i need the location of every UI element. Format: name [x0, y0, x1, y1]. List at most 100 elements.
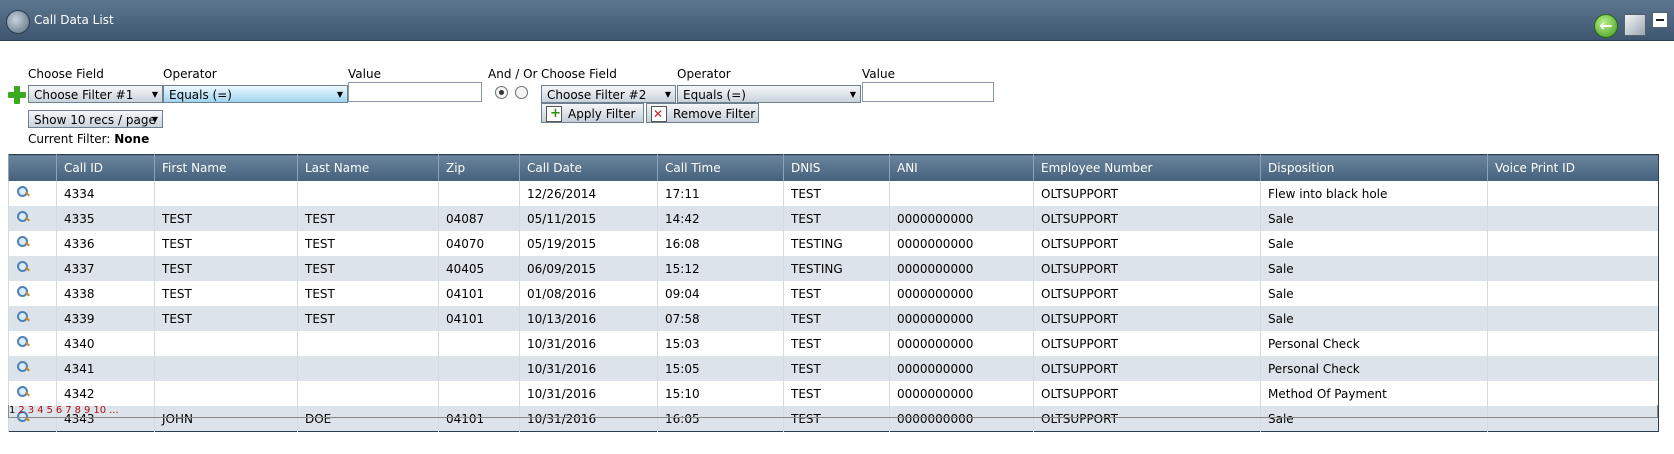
filter1-select[interactable]: Choose Filter #1 ▼: [28, 85, 163, 103]
table-row[interactable]: 4337 TEST TEST 40405 06/09/2015 15:12 TESTING 0…: [8, 256, 1659, 281]
magnifier-icon[interactable]: [16, 185, 30, 199]
table-row[interactable]: 4339 TEST TEST 04101 10/13/2016 07:58 TEST 0000…: [8, 306, 1659, 331]
chevron-down-icon: ▼: [664, 90, 671, 99]
view-cell[interactable]: [8, 256, 57, 281]
operator2-select[interactable]: Equals (=) ▼: [677, 85, 861, 103]
value-label-1: Value: [348, 67, 381, 81]
table-cell: OLTSUPPORT: [1033, 356, 1261, 381]
apply-filter-icon: [546, 104, 562, 124]
remove-filter-icon: [651, 104, 667, 124]
table-cell: [1487, 306, 1659, 331]
view-cell[interactable]: [8, 181, 57, 206]
table-cell: 04087: [438, 206, 520, 231]
column-header[interactable]: Call Date: [519, 154, 658, 181]
table-cell: [1487, 256, 1659, 281]
value1-input[interactable]: [348, 82, 482, 102]
table-cell: [1487, 206, 1659, 231]
back-arrow-icon[interactable]: ←: [1594, 14, 1618, 38]
records-per-page-select[interactable]: Show 10 recs / page ▼: [28, 110, 163, 128]
magnifier-icon[interactable]: [16, 335, 30, 349]
column-header[interactable]: Zip: [438, 154, 520, 181]
table-cell: 0000000000: [889, 256, 1034, 281]
add-filter-icon[interactable]: [8, 86, 26, 104]
table-row[interactable]: 4340 10/31/2016 15:03 TEST 0000000000 OLTSUPP…: [8, 331, 1659, 356]
choose-field-label-1: Choose Field: [28, 67, 104, 81]
table-cell: 0000000000: [889, 381, 1034, 406]
table-cell: [438, 331, 520, 356]
remove-filter-button[interactable]: Remove Filter: [646, 103, 759, 124]
column-header[interactable]: Employee Number: [1033, 154, 1261, 181]
table-cell: 15:05: [657, 356, 784, 381]
table-row[interactable]: 4338 TEST TEST 04101 01/08/2016 09:04 TEST 0000…: [8, 281, 1659, 306]
column-header[interactable]: Call ID: [56, 154, 155, 181]
page-link[interactable]: 1: [9, 405, 15, 416]
table-row[interactable]: 4341 10/31/2016 15:05 TEST 0000000000 OLTSUPP…: [8, 356, 1659, 381]
table-cell: 0000000000: [889, 331, 1034, 356]
table-cell: 4342: [56, 381, 155, 406]
table-cell: TEST: [783, 206, 890, 231]
table-row[interactable]: 4335 TEST TEST 04087 05/11/2015 14:42 TEST 0000…: [8, 206, 1659, 231]
table-cell: [154, 356, 298, 381]
column-header[interactable]: Voice Print ID: [1487, 154, 1659, 181]
table-cell: 10/13/2016: [519, 306, 658, 331]
column-header[interactable]: ANI: [889, 154, 1034, 181]
column-header[interactable]: Call Time: [657, 154, 784, 181]
magnifier-icon[interactable]: [16, 385, 30, 399]
magnifier-icon[interactable]: [16, 360, 30, 374]
cube-icon[interactable]: [1624, 14, 1646, 36]
table-cell: 04101: [438, 306, 520, 331]
table-cell: TEST: [783, 306, 890, 331]
page-link[interactable]: 3: [28, 405, 34, 416]
magnifier-icon[interactable]: [16, 310, 30, 324]
view-cell[interactable]: [8, 331, 57, 356]
table-cell: 4336: [56, 231, 155, 256]
magnifier-icon[interactable]: [16, 210, 30, 224]
filter2-select[interactable]: Choose Filter #2 ▼: [541, 85, 676, 103]
table-cell: 10/31/2016: [519, 356, 658, 381]
value2-input[interactable]: [862, 82, 994, 102]
table-cell: Sale: [1260, 206, 1488, 231]
page-link[interactable]: 8: [75, 405, 81, 416]
page-link[interactable]: 7: [65, 405, 71, 416]
page-link[interactable]: 9: [84, 405, 90, 416]
filter2-select-value: Choose Filter #2: [547, 88, 647, 102]
column-header[interactable]: Disposition: [1260, 154, 1488, 181]
magnifier-icon[interactable]: [16, 235, 30, 249]
table-cell: 06/09/2015: [519, 256, 658, 281]
column-header[interactable]: First Name: [154, 154, 298, 181]
apply-filter-button[interactable]: Apply Filter: [541, 103, 644, 124]
page-link[interactable]: 5: [47, 405, 53, 416]
table-cell: [297, 331, 439, 356]
page-link[interactable]: 10: [93, 405, 106, 416]
view-cell[interactable]: [8, 381, 57, 406]
page-link[interactable]: ...: [109, 405, 119, 416]
table-cell: 12/26/2014: [519, 181, 658, 206]
and-radio[interactable]: [495, 86, 508, 99]
column-header[interactable]: Last Name: [297, 154, 439, 181]
magnifier-icon[interactable]: [16, 260, 30, 274]
minimize-icon[interactable]: [1652, 12, 1668, 28]
table-cell: [438, 181, 520, 206]
table-cell: [297, 381, 439, 406]
view-cell[interactable]: [8, 231, 57, 256]
view-cell[interactable]: [8, 281, 57, 306]
table-row[interactable]: 4342 10/31/2016 15:10 TEST 0000000000 OLTSUPP…: [8, 381, 1659, 406]
magnifier-icon[interactable]: [16, 285, 30, 299]
view-cell[interactable]: [8, 356, 57, 381]
column-header[interactable]: DNIS: [783, 154, 890, 181]
table-cell: TEST: [154, 206, 298, 231]
operator1-select[interactable]: Equals (=) ▼: [163, 85, 348, 103]
table-row[interactable]: 4334 12/26/2014 17:11 TEST OLTSUPPORT Flew in…: [8, 181, 1659, 206]
view-cell[interactable]: [8, 206, 57, 231]
or-radio[interactable]: [515, 86, 528, 99]
table-row[interactable]: 4336 TEST TEST 04070 05/19/2015 16:08 TESTING 0…: [8, 231, 1659, 256]
view-cell[interactable]: [8, 306, 57, 331]
table-cell: 0000000000: [889, 281, 1034, 306]
table-cell: 40405: [438, 256, 520, 281]
table-cell: [438, 356, 520, 381]
page-link[interactable]: 2: [18, 405, 24, 416]
page-link[interactable]: 4: [37, 405, 43, 416]
table-cell: TEST: [297, 281, 439, 306]
page-link[interactable]: 6: [56, 405, 62, 416]
table-cell: OLTSUPPORT: [1033, 331, 1261, 356]
